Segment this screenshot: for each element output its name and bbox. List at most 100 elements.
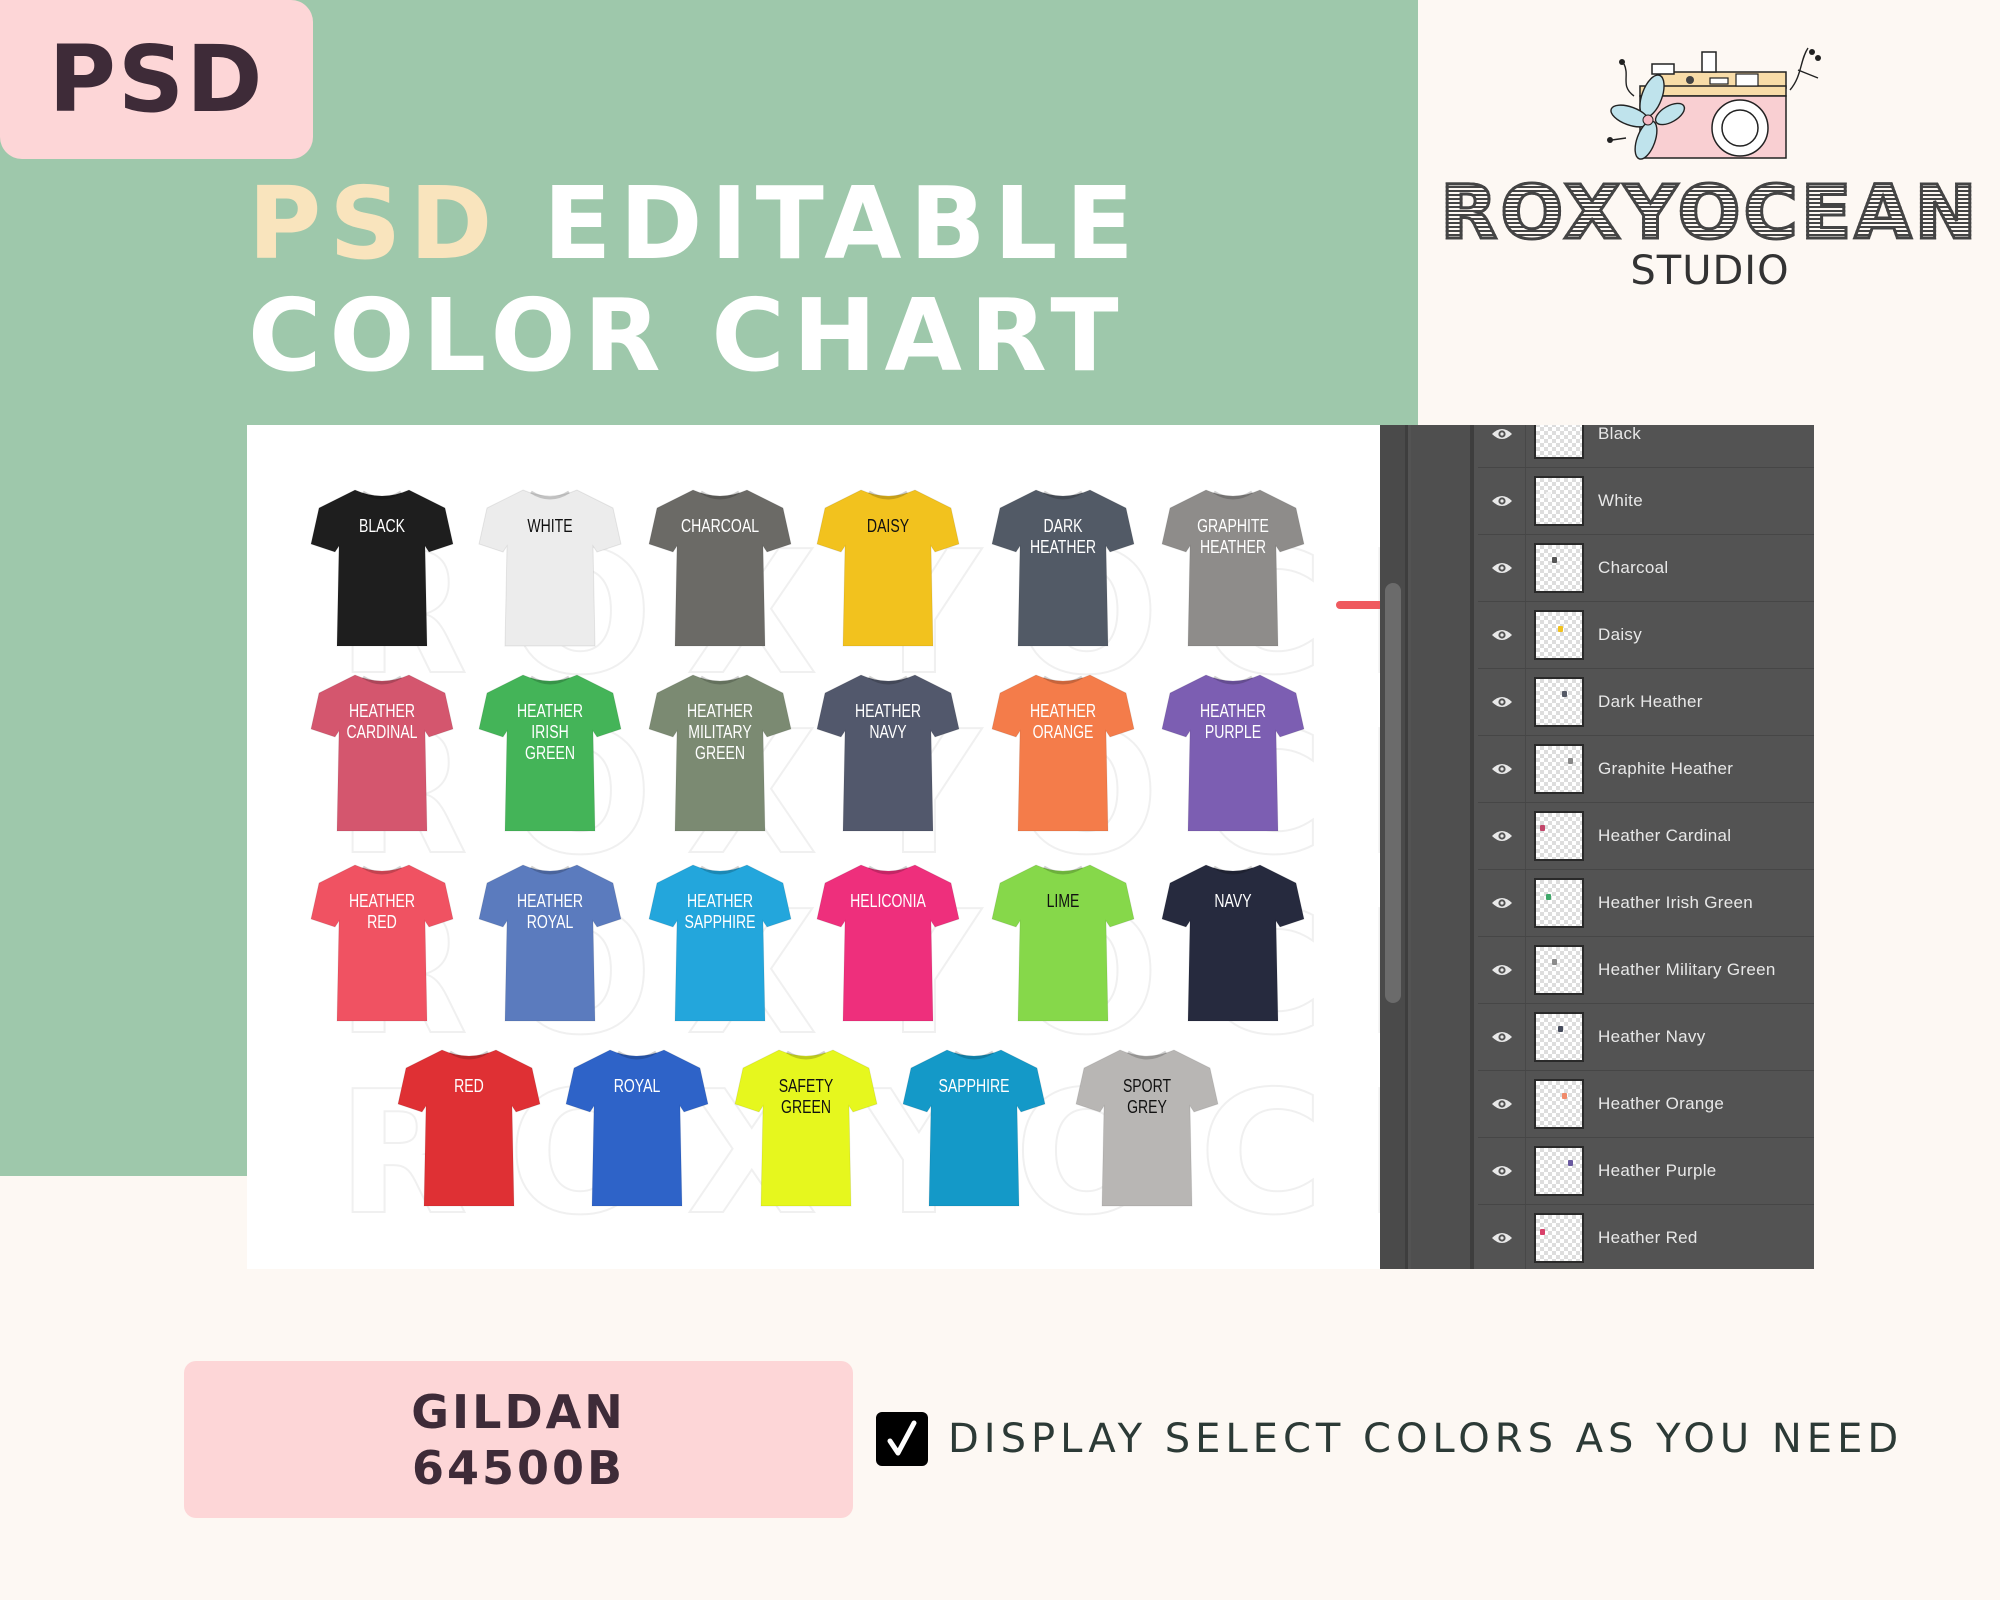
layer-row[interactable]: Charcoal — [1478, 535, 1814, 602]
layer-row[interactable]: Graphite Heather — [1478, 736, 1814, 803]
shirt-color-label: HEATHER ROYAL — [516, 891, 584, 932]
layer-thumbnail — [1534, 945, 1584, 995]
shirt-color-label: BLACK — [358, 516, 406, 536]
shirt-swatch: DARK HEATHER — [988, 480, 1138, 650]
layer-thumbnail-shirt — [1558, 626, 1563, 632]
shirt-color-label: HEATHER RED — [348, 891, 416, 932]
layer-row[interactable]: Heather Cardinal — [1478, 803, 1814, 870]
tshirt-icon — [565, 1049, 709, 1207]
tshirt-icon — [397, 1049, 541, 1207]
tshirt-icon — [648, 489, 792, 647]
layer-thumbnail — [1534, 677, 1584, 727]
shirt-swatch: ROYAL — [562, 1040, 712, 1210]
layer-row[interactable]: Black — [1478, 425, 1814, 468]
shirt-color-label: HEATHER ORANGE — [1029, 701, 1097, 742]
shirt-swatch: HEATHER NAVY — [813, 665, 963, 835]
layer-name: Heather Military Green — [1598, 960, 1776, 979]
layer-thumbnail — [1534, 1079, 1584, 1129]
shirt-swatch: NAVY — [1158, 855, 1308, 1025]
eye-icon[interactable] — [1478, 937, 1526, 1003]
shirt-swatch: HEATHER ROYAL — [475, 855, 625, 1025]
layer-row[interactable]: Heather Orange — [1478, 1071, 1814, 1138]
layer-name: Dark Heather — [1598, 692, 1703, 711]
layer-row[interactable]: Daisy — [1478, 602, 1814, 669]
layer-thumbnail-shirt — [1562, 1093, 1567, 1099]
layer-row[interactable]: Heather Navy — [1478, 1004, 1814, 1071]
layer-name: Black — [1598, 425, 1642, 443]
shirt-color-label: HEATHER NAVY — [854, 701, 922, 742]
tshirt-icon — [478, 864, 622, 1022]
eye-icon[interactable] — [1478, 425, 1526, 467]
brand-logo: ROXYOCEAN STUDIO — [1439, 30, 1980, 300]
logo-subtitle: STUDIO — [1630, 248, 1790, 294]
layer-thumbnail-shirt — [1546, 492, 1551, 498]
shirt-swatch: HEATHER CARDINAL — [307, 665, 457, 835]
layer-thumbnail-shirt — [1552, 557, 1557, 563]
tshirt-icon — [310, 489, 454, 647]
eye-icon[interactable] — [1478, 1004, 1526, 1070]
layer-name: Daisy — [1598, 625, 1643, 644]
layer-row[interactable]: Dark Heather — [1478, 669, 1814, 736]
shirt-swatch: DAISY — [813, 480, 963, 650]
layer-thumbnail-shirt — [1552, 959, 1557, 965]
shirt-swatch: RED — [394, 1040, 544, 1210]
tshirt-icon — [1161, 674, 1305, 832]
shirt-color-label: WHITE — [527, 516, 573, 536]
eye-icon[interactable] — [1478, 870, 1526, 936]
eye-icon[interactable] — [1478, 1205, 1526, 1269]
shirt-color-label: RED — [454, 1076, 484, 1096]
layer-row[interactable]: Heather Purple — [1478, 1138, 1814, 1205]
layer-thumbnail — [1534, 425, 1584, 459]
eye-icon[interactable] — [1478, 803, 1526, 869]
product-brand: GILDAN — [411, 1384, 626, 1439]
eye-icon[interactable] — [1478, 1071, 1526, 1137]
color-chart-canvas: ROXYOCEAN ROXYOCEAN ROXYOCEAN ROXYOCEAN … — [247, 425, 1380, 1269]
shirt-color-label: NAVY — [1214, 891, 1252, 911]
shirt-color-label: SAFETY GREEN — [778, 1076, 834, 1117]
eye-icon[interactable] — [1478, 535, 1526, 601]
eye-icon[interactable] — [1478, 1138, 1526, 1204]
eye-icon[interactable] — [1478, 736, 1526, 802]
product-badge: GILDAN 64500B — [184, 1361, 853, 1518]
eye-icon[interactable] — [1478, 669, 1526, 735]
eye-icon[interactable] — [1478, 602, 1526, 668]
tshirt-icon — [991, 864, 1135, 1022]
shirt-color-label: SPORT GREY — [1122, 1076, 1172, 1117]
product-model: 64500B — [411, 1440, 626, 1495]
psd-badge-label: PSD — [48, 26, 265, 133]
layer-thumbnail — [1534, 1012, 1584, 1062]
layer-row[interactable]: Heather Irish Green — [1478, 870, 1814, 937]
layer-thumbnail — [1534, 1146, 1584, 1196]
eye-icon[interactable] — [1478, 468, 1526, 534]
layer-thumbnail — [1534, 1213, 1584, 1263]
layer-name: Heather Irish Green — [1598, 893, 1753, 912]
tagline-text: DISPLAY SELECT COLORS AS YOU NEED — [948, 1416, 1904, 1462]
feature-tagline: DISPLAY SELECT COLORS AS YOU NEED — [876, 1412, 1903, 1466]
panel-scrollbar-thumb[interactable] — [1385, 583, 1401, 1003]
layer-thumbnail-shirt — [1558, 1026, 1563, 1032]
layer-list: Black White Charcoal Daisy Dark Heather Graph… — [1478, 425, 1814, 1269]
shirt-swatch: HEATHER RED — [307, 855, 457, 1025]
layer-thumbnail-shirt — [1540, 1229, 1545, 1235]
shirt-swatch: HEATHER PURPLE — [1158, 665, 1308, 835]
layer-thumbnail-shirt — [1562, 691, 1567, 697]
panel-scrollbar-track[interactable] — [1380, 425, 1408, 1269]
layer-row[interactable]: Heather Military Green — [1478, 937, 1814, 1004]
title-line-2: COLOR CHART — [248, 277, 1127, 394]
tshirt-icon — [902, 1049, 1046, 1207]
layer-row[interactable]: Heather Red — [1478, 1205, 1814, 1269]
shirt-color-label: ROYAL — [613, 1076, 661, 1096]
layer-row[interactable]: White — [1478, 468, 1814, 535]
layer-name: Graphite Heather — [1598, 759, 1734, 778]
shirt-color-label: HEATHER PURPLE — [1199, 701, 1267, 742]
layer-name: Heather Purple — [1598, 1161, 1717, 1180]
shirt-color-label: SAPPHIRE — [938, 1076, 1010, 1096]
layer-name: White — [1598, 491, 1643, 510]
tshirt-icon — [1075, 1049, 1219, 1207]
shirt-swatch: WHITE — [475, 480, 625, 650]
shirt-color-label: DAISY — [866, 516, 910, 536]
page-title: PSD EDITABLE COLOR CHART — [248, 168, 1142, 392]
shirt-swatch: SAPPHIRE — [899, 1040, 1049, 1210]
panel-gutter — [1411, 425, 1474, 1269]
layer-thumbnail-shirt — [1568, 758, 1573, 764]
